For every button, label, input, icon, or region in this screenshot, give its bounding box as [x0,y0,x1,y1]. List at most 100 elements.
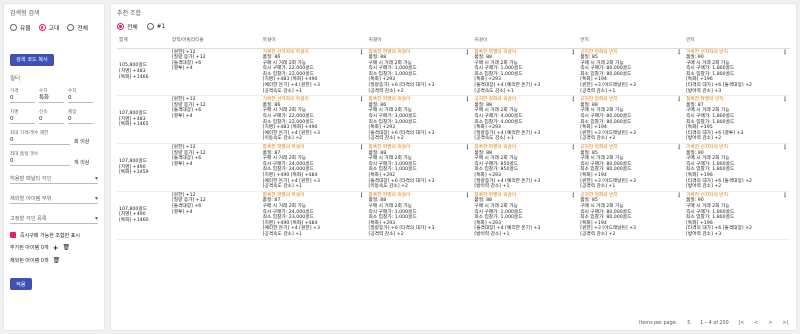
engraving-cell: [원한] +12 [질량 증가] +12 [돌격대장] +6 [결투] +4 [169,143,261,192]
more-icon[interactable]: ⋮ [464,97,470,103]
copy-code-button[interactable]: 검색 코드 복사 [10,53,54,66]
item-cell: ⋮ 참혹한 파멸의 귀걸이 품질: 88 구매 시 거래 2회 가능 즉시 구매가: 1… [472,48,579,97]
column-header[interactable]: 반지 [578,34,685,49]
buy-now-checkbox[interactable] [10,232,16,238]
column-header[interactable]: 목걸이 [260,34,367,49]
more-icon[interactable]: ⋮ [570,145,576,151]
item-cell: ⋮ 참혹한 파멸의 목걸이 품질: 87 구매 시 거래 2회 가능 즉시 구매가: 2… [260,191,367,240]
page-size-select[interactable]: 5 [687,321,690,326]
page-range: 1 – 4 of 200 [700,321,729,326]
item-cell: ⋮ 공허한 정화의 반지 품질: 88 구매 시 거래 2회 가능 즉시 구매가: 80… [578,95,685,144]
last-page-icon[interactable]: >| [782,321,788,326]
radio-result-1-label: #1 [156,23,166,30]
more-icon[interactable]: ⋮ [570,97,576,103]
item-cell: ⋮ 참혹한 파멸의 귀걸이 품질: 88 구매 시 거래 2회 가능 즉시 구매가: 1… [366,191,473,240]
engraving-cell: [원한] +12 [질량 증가] +12 [돌격대장] +6 [결투] +4 [169,191,261,240]
more-icon[interactable]: ⋮ [782,49,788,56]
swift-input[interactable]: 0 [39,115,64,124]
item-cell: ⋮ 거룩한 선지자의 반지 품질: 90 구매 시 거래 2회 가능 즉시 구매가: 1… [684,191,790,240]
stat-a-input[interactable]: 특화 [39,94,64,103]
more-icon[interactable]: ⋮ [676,192,682,199]
more-icon[interactable]: ⋮ [676,49,682,56]
buy-now-check-row: 즉시구매 가능한 조합만 표시 [10,232,98,239]
more-icon[interactable]: ⋮ [464,192,470,199]
engraving-line: [결투] +4 [171,161,193,167]
item-detail-line: [방어력 감소] +2 [686,184,722,190]
results-table: 합계 장착/어빌리티돌 목걸이 귀걸이 귀걸이 반지 반지 105,800골드 [치명] +4… [117,34,790,240]
table-header-row: 합계 장착/어빌리티돌 목걸이 귀걸이 귀걸이 반지 반지 [117,34,790,49]
radio-result-all[interactable] [117,23,124,30]
engraving-line: [결투] +4 [171,114,193,120]
more-icon[interactable]: ⋮ [782,97,788,103]
item-detail-line: [공격력 감소] +1 [580,88,616,94]
result-radio-group: 전체 #1 [117,22,790,31]
plus-icon[interactable]: + [53,244,59,252]
fixed-engraving-select[interactable]: 고정할 각인 목록 [10,214,98,224]
column-header[interactable]: 귀걸이 [366,34,473,49]
item-cell: ⋮ 참혹한 파멸의 귀걸이 품질: 88 구매 시 거래 2회 가능 즉시 구매가: 1… [472,191,579,240]
remove-item-label: 제외된 아이템 0개 [10,257,49,264]
item-detail-line: [공격속도 감소] +1 [262,184,303,190]
more-icon[interactable]: ⋮ [570,49,576,56]
count-unit: 개 이상 [74,159,90,166]
item-detail-line: [이동속도 감소] +2 [368,184,408,190]
option-input[interactable]: 0 [10,136,70,145]
item-cell: ⋮ 공허한 정화의 반지 품질: 85 구매 시 거래 2회 가능 즉시 구매가: 80… [578,143,685,192]
count-input[interactable]: 0 [10,157,70,166]
item-cell: ⋮ 참혹한 파멸의 목걸이 품질: 87 구매 시 거래 2회 가능 즉시 구매가: 2… [260,143,367,192]
item-cell: ⋮ 공허한 정화의 귀걸이 품질: 88 구매 시 거래 2회 가능 즉시 구매가: 4… [472,95,579,144]
item-cell: ⋮ 공허한 정화의 반지 품질: 85 구매 시 거래 2회 가능 즉시 구매가: 80… [578,191,685,240]
table-row: 107,800골드 [치명] +483 [특화] +1465 [원한] +12 [질량 … [117,95,790,144]
radio-relic[interactable] [10,24,17,31]
more-icon[interactable]: ⋮ [676,97,682,103]
more-icon[interactable]: ⋮ [464,145,470,151]
radio-result-all-label: 전체 [127,25,138,31]
more-icon[interactable]: ⋮ [676,145,682,151]
more-icon[interactable]: ⋮ [359,97,365,103]
item-detail-line: [공격속도 감소] +1 [262,88,303,94]
results-panel: 추천 조합 전체 #1 합계 장착/어빌리티돌 목걸이 귀걸이 귀걸이 반지 반지 105,… [111,4,796,330]
more-icon[interactable]: ⋮ [782,145,788,151]
option-row: 최대 가격/갯수 제한 0회 이상 [10,130,98,145]
item-cell: ⋮ 거룩한 선지자의 목걸이 품질: 86 구매 시 거래 2회 가능 즉시 구매가: … [260,95,367,144]
results-title: 추천 조합 [117,10,141,17]
first-page-icon[interactable]: |< [739,321,745,326]
more-icon[interactable]: ⋮ [570,192,576,199]
radio-result-1[interactable] [146,23,154,30]
column-header[interactable]: 합계 [117,34,170,49]
crit-input[interactable]: 0 [10,115,35,124]
apply-button[interactable]: 적용 [10,278,32,290]
exclude-part-select[interactable]: 제외할 아이템 부위 [10,194,98,204]
prev-page-icon[interactable]: < [754,321,758,326]
remove-item-row: 제외된 아이템 0개 🗑 [10,257,98,264]
item-detail-line: [방어력 감소] +2 [686,136,722,142]
price-input[interactable]: 0 [10,94,35,103]
dom-input[interactable]: 0 [68,115,93,124]
column-header[interactable]: 귀걸이 [472,34,579,49]
radio-relic-label: 유물 [20,26,31,32]
radio-all[interactable] [67,24,75,31]
buy-now-label: 즉시구매 가능한 조합만 표시 [20,232,80,239]
item-detail-line: [공격력 감소] +2 [580,136,616,142]
trash-icon[interactable]: 🗑 [62,244,70,251]
radio-ancient[interactable] [38,24,46,31]
option-unit: 회 이상 [74,138,90,145]
more-icon[interactable]: ⋮ [359,192,365,199]
engraving-cell: [원한] +12 [질량 증가] +12 [돌격대장] +6 [결투] +4 [169,48,261,97]
penalty-engraving-select[interactable]: 허용할 패널티 각인 [10,174,98,184]
more-icon[interactable]: ⋮ [359,145,365,151]
more-icon[interactable]: ⋮ [782,192,788,199]
more-icon[interactable]: ⋮ [359,49,365,56]
item-detail-line: [공격속도 감소] +1 [262,231,303,237]
sum-line: [특화] +1460 [119,217,149,223]
stat-b-input[interactable]: 0 [68,94,93,103]
sum-line: [특화] +1459 [119,170,149,176]
item-cell: ⋮ 공허한 정화의 반지 품질: 85 구매 시 거래 2회 가능 즉시 구매가: 80… [578,48,685,97]
table-row: 107,800골드 [치명] +490 [특화] +1459 [원한] +12 [질량 … [117,143,790,192]
column-header[interactable]: 반지 [684,34,790,49]
column-header[interactable]: 장착/어빌리티돌 [169,34,261,49]
more-icon[interactable]: ⋮ [464,49,470,56]
trash-icon-2[interactable]: 🗑 [53,257,61,264]
radio-ancient-label: 고대 [48,26,60,32]
next-page-icon[interactable]: > [768,321,772,326]
